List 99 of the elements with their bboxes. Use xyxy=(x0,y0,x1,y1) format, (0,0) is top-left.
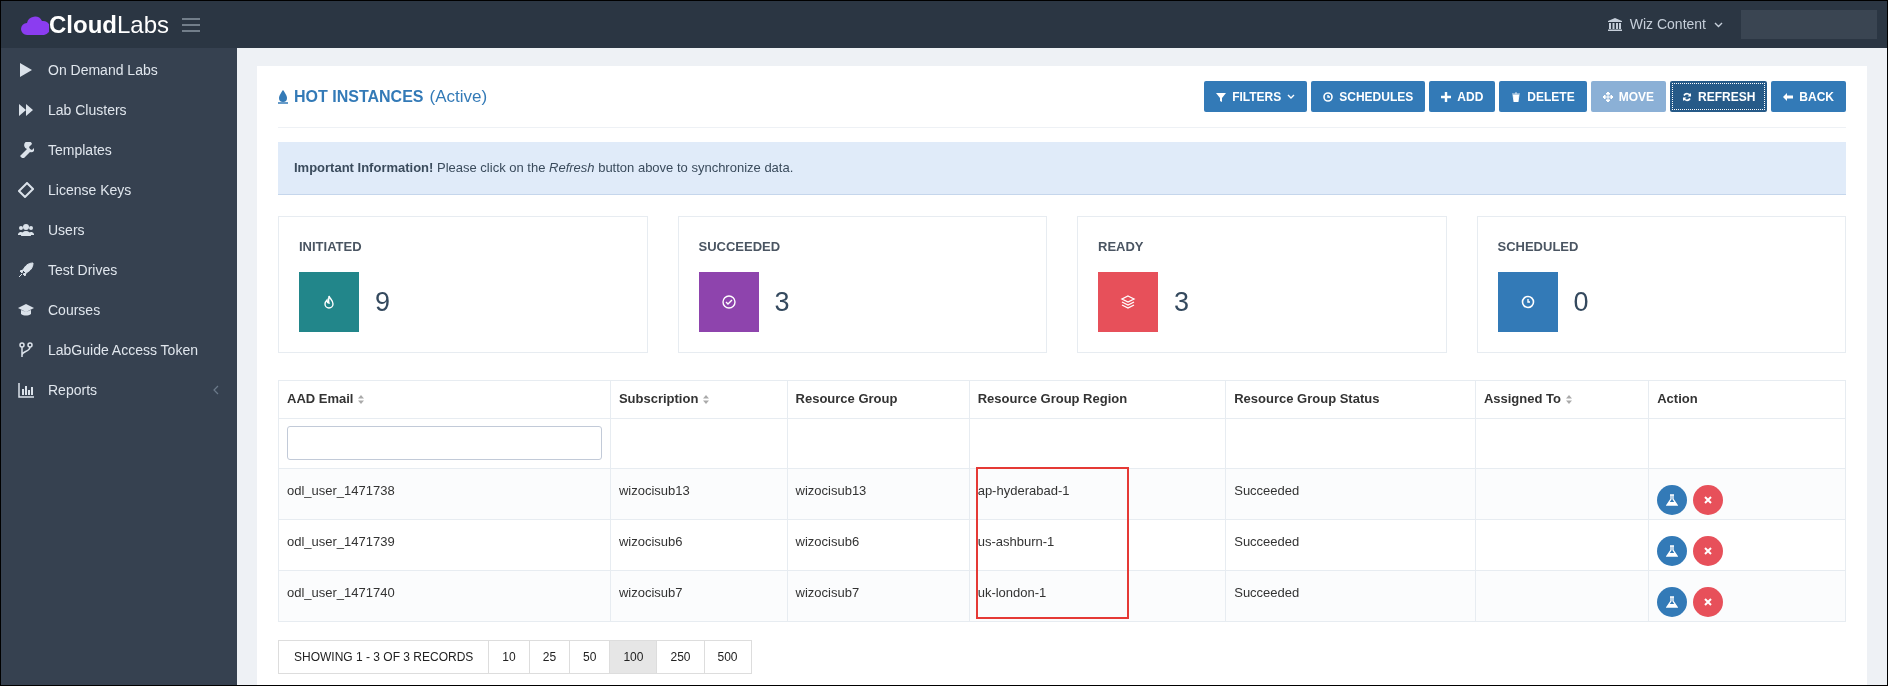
page-size-button[interactable]: 500 xyxy=(703,639,752,674)
close-icon xyxy=(1704,597,1713,606)
table-cell: wizocisub6 xyxy=(795,533,860,549)
tenant-menu[interactable]: Wiz Content xyxy=(1607,14,1723,35)
clock-icon xyxy=(1323,91,1334,102)
toolbar-button[interactable]: DELETE xyxy=(1499,81,1587,112)
bank-icon xyxy=(1607,18,1622,31)
table-cell: Succeeded xyxy=(1234,482,1300,498)
menu-item-icon xyxy=(18,182,34,198)
stat-label: INITIATED xyxy=(299,237,363,256)
stat-value: 9 xyxy=(375,285,391,319)
menu-item-icon xyxy=(18,142,34,158)
table-cell: odl_user_1471740 xyxy=(287,584,395,600)
droplet-icon xyxy=(278,89,288,104)
table-cell: ap-hyderabad-1 xyxy=(977,482,1070,498)
launch-lab-button[interactable] xyxy=(1657,535,1688,566)
chevron-left-icon xyxy=(213,385,219,395)
page-size-button[interactable]: 10 xyxy=(488,639,530,674)
table-cell: wizocisub13 xyxy=(795,482,867,498)
table-cell: wizocisub7 xyxy=(618,584,683,600)
table-cell: wizocisub6 xyxy=(618,533,683,549)
launch-lab-button[interactable] xyxy=(1657,484,1688,515)
stat-value: 0 xyxy=(1573,285,1589,319)
table-cell: Succeeded xyxy=(1234,533,1300,549)
sort-icon xyxy=(1565,394,1572,404)
flask-icon xyxy=(1666,595,1679,608)
menu-item-icon xyxy=(18,382,34,398)
check-circle-icon xyxy=(720,294,737,310)
toolbar-button[interactable]: REFRESH xyxy=(1670,81,1768,112)
flask-icon xyxy=(1666,493,1679,506)
table-cell: uk-london-1 xyxy=(977,584,1047,600)
menu-item-icon xyxy=(18,222,34,238)
filter-icon xyxy=(1216,91,1227,102)
sidebar-item[interactable]: Reports xyxy=(1,370,237,410)
records-summary: SHOWING 1 - 3 OF 3 RECORDS xyxy=(278,639,490,674)
table-cell: Succeeded xyxy=(1234,584,1300,600)
sidebar-item[interactable]: Test Drives xyxy=(1,250,237,290)
page-subtitle: (Active) xyxy=(429,85,488,108)
brand-logo-text: CloudLabs xyxy=(49,12,170,37)
delete-row-button[interactable] xyxy=(1693,586,1724,617)
sidebar-item[interactable]: Courses xyxy=(1,290,237,330)
chevron-down-icon xyxy=(1287,94,1296,99)
sort-icon xyxy=(358,394,365,404)
toolbar-button[interactable]: SCHEDULES xyxy=(1311,81,1426,112)
page-size-button[interactable]: 100 xyxy=(609,639,658,674)
stat-value: 3 xyxy=(1174,285,1190,319)
sort-icon xyxy=(703,394,710,404)
toolbar-button[interactable]: FILTERS xyxy=(1204,81,1308,112)
column-header[interactable]: AAD Email xyxy=(278,380,611,418)
table-cell: wizocisub7 xyxy=(795,584,860,600)
page-size-button[interactable]: 25 xyxy=(528,639,571,674)
flask-icon xyxy=(1666,544,1679,557)
close-icon xyxy=(1704,546,1713,555)
menu-item-icon xyxy=(18,102,34,118)
table-cell: wizocisub13 xyxy=(618,482,690,498)
close-icon xyxy=(1704,495,1713,504)
delete-row-button[interactable] xyxy=(1693,484,1724,515)
sidebar-item[interactable]: Templates xyxy=(1,130,237,170)
column-header[interactable]: Subscription xyxy=(610,380,788,418)
delete-row-button[interactable] xyxy=(1693,535,1724,566)
launch-lab-button[interactable] xyxy=(1657,586,1688,617)
email-filter-input[interactable] xyxy=(287,426,602,460)
stat-label: SCHEDULED xyxy=(1497,237,1580,256)
menu-item-icon xyxy=(18,302,34,318)
chevron-down-icon xyxy=(1714,21,1723,28)
move-icon xyxy=(1602,91,1613,102)
toolbar-button[interactable]: ADD xyxy=(1429,81,1496,112)
page-size-button[interactable]: 50 xyxy=(569,639,611,674)
plus-icon xyxy=(1441,91,1452,102)
sidebar-item[interactable]: LabGuide Access Token xyxy=(1,330,237,370)
layers-icon xyxy=(1120,294,1136,310)
stat-value: 3 xyxy=(774,285,790,319)
sidebar-item[interactable]: Lab Clusters xyxy=(1,90,237,130)
table-cell: odl_user_1471738 xyxy=(287,482,395,498)
menu-icon[interactable] xyxy=(181,16,202,33)
menu-item-icon xyxy=(18,342,34,358)
arrow-left-icon xyxy=(1783,91,1794,102)
toolbar-button[interactable]: BACK xyxy=(1771,81,1846,112)
column-header: Resource Group Status xyxy=(1225,380,1476,418)
flame-icon xyxy=(321,294,337,310)
refresh-icon xyxy=(1682,91,1692,102)
stat-label: SUCCEEDED xyxy=(698,237,782,256)
page-title: HOT INSTANCES xyxy=(294,86,424,107)
column-header: Resource Group Region xyxy=(969,380,1226,418)
menu-item-icon xyxy=(18,262,34,278)
menu-item-icon xyxy=(18,62,34,78)
page-size-button[interactable]: 250 xyxy=(656,639,705,674)
column-header[interactable]: Assigned To xyxy=(1475,380,1649,418)
column-header: Resource Group xyxy=(787,380,970,418)
sidebar-item[interactable]: License Keys xyxy=(1,170,237,210)
stat-label: READY xyxy=(1098,237,1145,256)
sidebar-item[interactable]: Users xyxy=(1,210,237,250)
table-cell: odl_user_1471739 xyxy=(287,533,395,549)
sidebar-item[interactable]: On Demand Labs xyxy=(1,50,237,90)
info-alert: Important Information! Please click on the Refresh button above to synchronize data. xyxy=(278,142,1846,195)
trash-icon xyxy=(1511,91,1522,102)
table-cell: us-ashburn-1 xyxy=(977,533,1055,549)
clock-icon xyxy=(1519,294,1536,310)
column-header: Action xyxy=(1648,380,1846,418)
